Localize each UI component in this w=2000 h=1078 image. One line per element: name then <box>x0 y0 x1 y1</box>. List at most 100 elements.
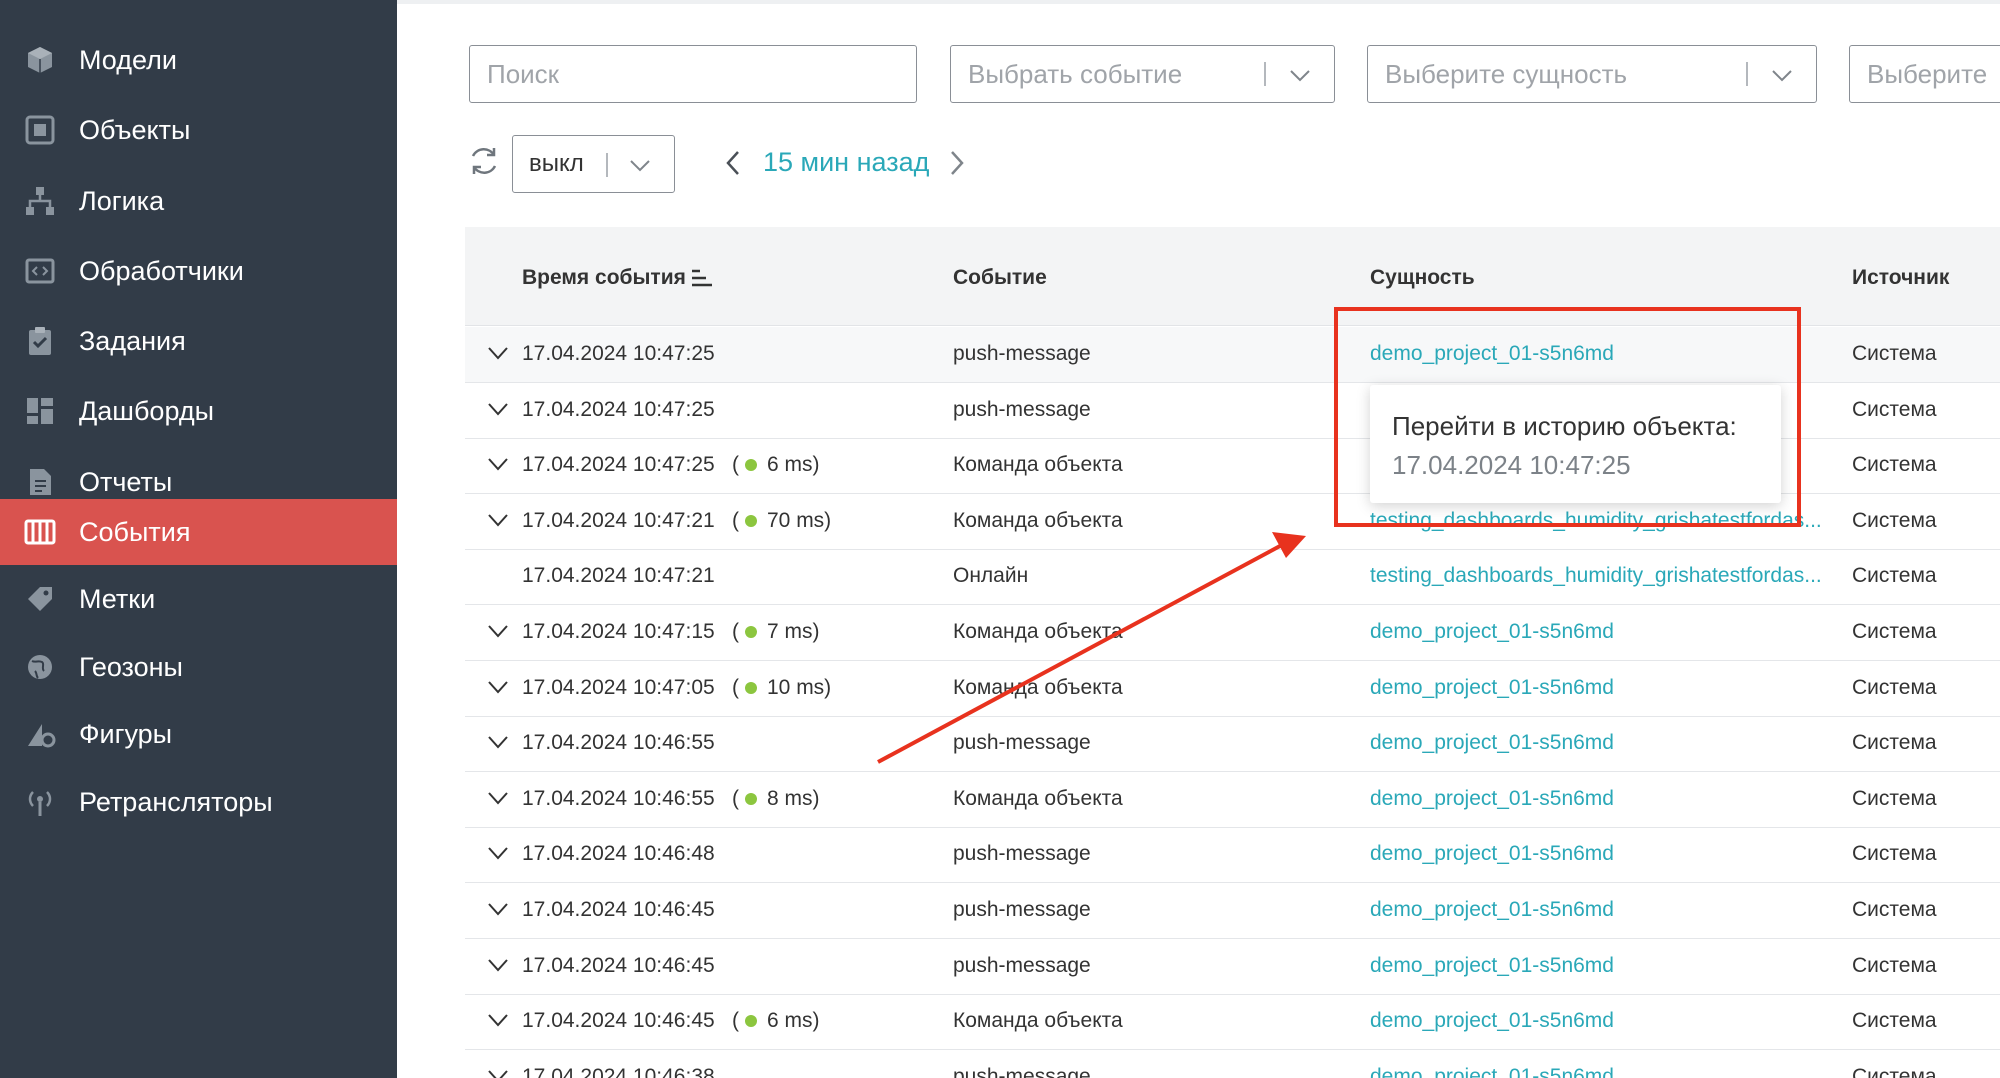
autorefresh-select[interactable]: выкл <box>512 135 675 193</box>
event-name: Команда объекта <box>953 508 1123 532</box>
sidebar-item-objects[interactable]: Объекты <box>0 97 397 163</box>
entity-link[interactable]: demo_project_01-s5n6md <box>1370 1009 1614 1033</box>
table-row[interactable]: 17.04.2024 10:47:21 Онлайн testing_dashboa… <box>465 549 2000 606</box>
status-dot-icon <box>745 514 757 527</box>
source-select[interactable]: Выберите <box>1849 45 2000 103</box>
event-source: Система <box>1852 898 1937 921</box>
sidebar-item-dashboards[interactable]: Дашборды <box>0 378 397 444</box>
table-row[interactable]: 17.04.2024 10:46:45 push-message demo_proj… <box>465 939 2000 995</box>
annotation-highlight-box <box>1334 307 1801 527</box>
sort-icon[interactable] <box>690 268 714 288</box>
entity-link[interactable]: testing_dashboards_humidity_grishatestfo… <box>1370 564 1822 588</box>
table-row[interactable]: 17.04.2024 10:46:55 push-message demo_proj… <box>465 716 2000 773</box>
event-select[interactable]: Выбрать событие <box>950 45 1335 103</box>
entity-link[interactable]: demo_project_01-s5n6md <box>1370 731 1614 755</box>
event-name: push-message <box>953 953 1091 977</box>
sidebar-item-tasks[interactable]: Задания <box>0 308 397 374</box>
event-source: Система <box>1852 842 1937 866</box>
expand-chevron-icon[interactable] <box>487 790 509 806</box>
select-separator <box>1264 62 1266 86</box>
duration-badge: (70 ms) <box>732 509 831 533</box>
duration-paren: ( <box>732 1009 739 1033</box>
search-input[interactable]: Поиск <box>469 45 917 103</box>
duration-badge: (6 ms) <box>732 1009 820 1033</box>
expand-chevron-icon[interactable] <box>487 734 509 750</box>
time-range-label[interactable]: 15 мин назад <box>763 147 929 178</box>
expand-chevron-icon[interactable] <box>487 512 509 528</box>
duration-value: 6 ms) <box>767 1009 820 1033</box>
expand-chevron-icon[interactable] <box>487 957 509 973</box>
search-placeholder: Поиск <box>487 58 560 89</box>
globe-icon <box>23 650 57 684</box>
events-columns-icon <box>23 515 57 549</box>
event-name: push-message <box>953 731 1091 755</box>
table-row[interactable]: 17.04.2024 10:46:38 push-message demo_proj… <box>465 1050 2000 1078</box>
event-name: Команда объекта <box>953 620 1123 643</box>
status-dot-icon <box>745 1015 757 1028</box>
expand-chevron-icon[interactable] <box>487 623 509 639</box>
entity-link[interactable]: demo_project_01-s5n6md <box>1370 898 1614 922</box>
chevron-left-icon[interactable] <box>722 148 744 178</box>
event-name: Команда объекта <box>953 1009 1123 1033</box>
antenna-icon <box>23 785 57 819</box>
duration-badge: (8 ms) <box>732 787 820 811</box>
expand-chevron-icon[interactable] <box>487 845 509 861</box>
entity-link[interactable]: demo_project_01-s5n6md <box>1370 842 1614 866</box>
event-source: Система <box>1852 953 1937 977</box>
event-time: 17.04.2024 10:47:15 <box>522 620 715 643</box>
sidebar-item-label: Дашборды <box>79 395 214 426</box>
sidebar-item-geozones[interactable]: Геозоны <box>0 634 397 700</box>
entity-link[interactable]: demo_project_01-s5n6md <box>1370 954 1614 978</box>
entity-link[interactable]: demo_project_01-s5n6md <box>1370 1065 1614 1078</box>
sidebar-item-relays[interactable]: Ретрансляторы <box>0 769 397 835</box>
entity-link[interactable]: demo_project_01-s5n6md <box>1370 620 1614 644</box>
table-row[interactable]: 17.04.2024 10:47:15 (7 ms) Команда объекта… <box>465 605 2000 661</box>
source-select-placeholder: Выберите <box>1867 58 1988 89</box>
expand-chevron-icon[interactable] <box>487 901 509 917</box>
event-source: Система <box>1852 786 1937 810</box>
table-row[interactable]: 17.04.2024 10:46:45 push-message demo_proj… <box>465 883 2000 939</box>
sidebar-item-label: Фигуры <box>79 718 173 749</box>
event-source: Система <box>1852 342 1937 365</box>
expand-chevron-icon[interactable] <box>487 679 509 695</box>
chevron-right-icon[interactable] <box>946 148 968 178</box>
sidebar-item-label: Ретрансляторы <box>79 786 273 817</box>
entity-link[interactable]: demo_project_01-s5n6md <box>1370 787 1614 811</box>
event-source: Система <box>1852 675 1937 699</box>
hierarchy-icon <box>23 184 57 218</box>
entity-select-placeholder: Выберите сущность <box>1385 58 1628 89</box>
duration-value: 10 ms) <box>767 675 832 699</box>
expand-chevron-icon[interactable] <box>487 345 509 361</box>
event-source: Система <box>1852 508 1937 532</box>
sidebar-item-events[interactable]: События <box>0 499 397 565</box>
table-row[interactable]: 17.04.2024 10:46:45 (6 ms) Команда объекта… <box>465 994 2000 1051</box>
duration-paren: ( <box>732 620 739 643</box>
sidebar: Модели Объекты Логика Обработчики Задани… <box>0 0 397 1078</box>
expand-chevron-icon[interactable] <box>487 401 509 417</box>
sidebar-item-shapes[interactable]: Фигуры <box>0 701 397 767</box>
event-name: push-message <box>953 842 1091 866</box>
event-time: 17.04.2024 10:46:45 <box>522 953 715 977</box>
expand-chevron-icon[interactable] <box>487 456 509 472</box>
expand-chevron-icon[interactable] <box>487 1012 509 1028</box>
expand-chevron-icon[interactable] <box>487 1068 509 1078</box>
event-time: 17.04.2024 10:46:45 <box>522 898 715 921</box>
event-name: Команда объекта <box>953 786 1123 810</box>
sidebar-item-logic[interactable]: Логика <box>0 168 397 234</box>
chevron-down-icon <box>1290 70 1310 82</box>
entity-link[interactable]: demo_project_01-s5n6md <box>1370 676 1614 700</box>
table-row[interactable]: 17.04.2024 10:46:48 push-message demo_proj… <box>465 827 2000 884</box>
sidebar-item-models[interactable]: Модели <box>0 27 397 93</box>
event-source: Система <box>1852 1064 1937 1078</box>
entity-select[interactable]: Выберите сущность <box>1367 45 1817 103</box>
event-name: push-message <box>953 342 1091 365</box>
table-row[interactable]: 17.04.2024 10:46:55 (8 ms) Команда объекта… <box>465 772 2000 828</box>
refresh-icon[interactable] <box>466 143 502 179</box>
column-header-time[interactable]: Время события <box>522 266 686 290</box>
table-row[interactable]: 17.04.2024 10:47:05 (10 ms) Команда объект… <box>465 661 2000 717</box>
dashboard-grid-icon <box>23 394 57 428</box>
sidebar-item-handlers[interactable]: Обработчики <box>0 238 397 304</box>
sidebar-item-label: Логика <box>79 185 165 216</box>
sidebar-item-tags[interactable]: Метки <box>0 566 397 632</box>
event-name: push-message <box>953 898 1091 921</box>
